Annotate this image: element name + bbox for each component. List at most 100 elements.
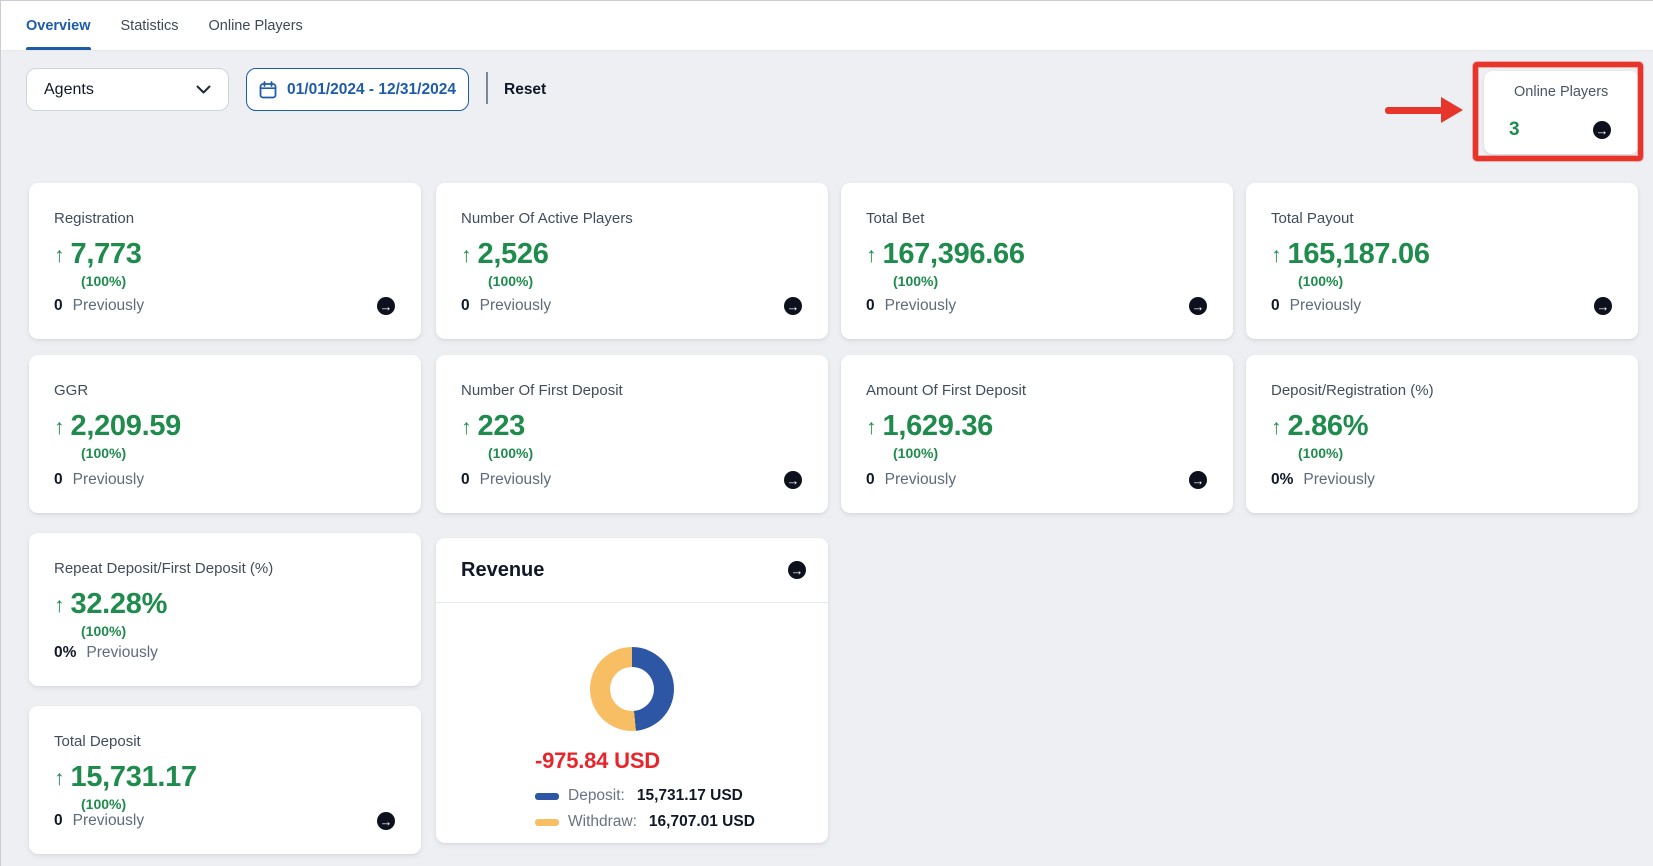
- go-arrow-icon[interactable]: [1594, 297, 1612, 315]
- metric-percent: (100%): [81, 796, 395, 812]
- legend-swatch-deposit: [535, 793, 559, 800]
- online-players-label: Online Players: [1509, 84, 1611, 100]
- metric-card-active-players: Number Of Active Players 2,526 (100%) 0P…: [436, 183, 828, 339]
- previous-label: Previously: [480, 297, 552, 315]
- increase-arrow-icon: [461, 245, 472, 269]
- metric-label: Registration: [54, 210, 395, 227]
- tab-bar: Overview Statistics Online Players: [1, 1, 1653, 51]
- increase-arrow-icon: [461, 417, 472, 441]
- metric-card-registration: Registration 7,773 (100%) 0 Previously: [29, 183, 421, 339]
- chevron-down-icon: [196, 85, 211, 94]
- legend-label: Deposit:: [568, 787, 625, 805]
- tab-statistics-label: Statistics: [121, 18, 179, 34]
- increase-arrow-icon: [54, 595, 65, 619]
- previous-value: 0: [54, 471, 63, 489]
- agents-dropdown-value: Agents: [44, 81, 94, 99]
- increase-arrow-icon: [1271, 245, 1282, 269]
- dashboard-overview-page: Overview Statistics Online Players Agent…: [0, 0, 1653, 866]
- metric-card-first-deposit-amount: Amount Of First Deposit 1,629.36 (100%) …: [841, 355, 1233, 513]
- increase-arrow-icon: [866, 417, 877, 441]
- revenue-header: Revenue: [436, 538, 828, 603]
- reset-button[interactable]: Reset: [504, 68, 546, 111]
- revenue-title: Revenue: [461, 559, 544, 582]
- metric-value: 1,629.36: [883, 412, 994, 441]
- online-players-card: Online Players 3: [1484, 71, 1639, 154]
- go-arrow-icon[interactable]: [1593, 121, 1611, 139]
- calendar-icon: [259, 81, 277, 99]
- annotation-arrow-icon: [1385, 97, 1465, 123]
- revenue-donut: [590, 647, 674, 731]
- metric-percent: (100%): [488, 273, 802, 289]
- tab-online-players[interactable]: Online Players: [209, 1, 303, 50]
- previous-label: Previously: [73, 812, 145, 830]
- previous-label: Previously: [480, 471, 552, 489]
- agents-dropdown[interactable]: Agents: [26, 68, 229, 111]
- metric-value: 2.86%: [1288, 412, 1369, 441]
- previous-value: 0: [54, 812, 63, 830]
- metric-percent: (100%): [81, 623, 395, 639]
- metric-percent: (100%): [488, 445, 802, 461]
- date-range-picker[interactable]: 01/01/2024 - 12/31/2024: [246, 68, 469, 111]
- go-arrow-icon[interactable]: [1189, 297, 1207, 315]
- metric-percent: (100%): [893, 273, 1207, 289]
- tab-statistics[interactable]: Statistics: [121, 1, 179, 50]
- previous-label: Previously: [73, 297, 145, 315]
- metric-label: Repeat Deposit/First Deposit (%): [54, 560, 395, 577]
- metric-percent: (100%): [1298, 273, 1612, 289]
- legend-value: 15,731.17 USD: [637, 787, 743, 805]
- metric-card-deposit-registration: Deposit/Registration (%) 2.86% (100%) 0%…: [1246, 355, 1638, 513]
- previous-label: Previously: [1303, 471, 1375, 489]
- revenue-total: -975.84 USD: [535, 748, 755, 774]
- metric-value: 223: [478, 412, 526, 441]
- go-arrow-icon[interactable]: [1189, 471, 1207, 489]
- metric-label: Total Payout: [1271, 210, 1612, 227]
- legend-value: 16,707.01 USD: [649, 813, 755, 831]
- legend-item-withdraw: Withdraw: 16,707.01 USD: [535, 813, 755, 831]
- revenue-legend: Deposit: 15,731.17 USD Withdraw: 16,707.…: [535, 787, 755, 831]
- metric-percent: (100%): [893, 445, 1207, 461]
- metric-value: 15,731.17: [71, 763, 197, 792]
- increase-arrow-icon: [866, 245, 877, 269]
- metric-percent: (100%): [81, 273, 395, 289]
- revenue-card: Revenue -975.84 USD Deposit: 15,731.17 U…: [436, 538, 828, 843]
- previous-value: 0: [1271, 297, 1280, 315]
- previous-label: Previously: [73, 471, 145, 489]
- previous-label: Previously: [885, 471, 957, 489]
- tab-overview[interactable]: Overview: [26, 1, 91, 50]
- date-range-value: 01/01/2024 - 12/31/2024: [287, 81, 456, 99]
- metric-value: 167,396.66: [883, 240, 1025, 269]
- go-arrow-icon[interactable]: [377, 297, 395, 315]
- go-arrow-icon[interactable]: [784, 297, 802, 315]
- metric-value: 2,209.59: [71, 412, 182, 441]
- metric-card-ggr: GGR 2,209.59 (100%) 0Previously: [29, 355, 421, 513]
- go-arrow-icon[interactable]: [784, 471, 802, 489]
- donut-hole: [610, 667, 654, 711]
- go-arrow-icon[interactable]: [788, 561, 806, 579]
- online-players-count: 3: [1509, 119, 1520, 141]
- increase-arrow-icon: [54, 417, 65, 441]
- increase-arrow-icon: [54, 768, 65, 792]
- previous-label: Previously: [1290, 297, 1362, 315]
- previous-value: 0: [866, 297, 875, 315]
- metric-label: Number Of First Deposit: [461, 382, 802, 399]
- previous-value: 0: [54, 297, 63, 315]
- metric-value: 7,773: [71, 240, 142, 269]
- filter-divider: [486, 72, 488, 104]
- previous-label: Previously: [885, 297, 957, 315]
- legend-label: Withdraw:: [568, 813, 637, 831]
- go-arrow-icon[interactable]: [377, 812, 395, 830]
- metric-card-first-deposit-count: Number Of First Deposit 223 (100%) 0 Prev…: [436, 355, 828, 513]
- metric-label: GGR: [54, 382, 395, 399]
- legend-swatch-withdraw: [535, 819, 559, 826]
- previous-value: 0%: [54, 644, 76, 662]
- metric-card-total-deposit: Total Deposit 15,731.17 (100%) 0Previous…: [29, 706, 421, 854]
- metric-card-total-bet: Total Bet 167,396.66 (100%) 0Previously: [841, 183, 1233, 339]
- previous-value: 0: [461, 471, 470, 489]
- metric-value: 165,187.06: [1288, 240, 1430, 269]
- previous-value: 0: [866, 471, 875, 489]
- metric-value: 2,526: [478, 240, 549, 269]
- tab-online-players-label: Online Players: [209, 18, 303, 34]
- metric-label: Deposit/Registration (%): [1271, 382, 1612, 399]
- previous-value: 0: [461, 297, 470, 315]
- tab-overview-label: Overview: [26, 18, 91, 34]
